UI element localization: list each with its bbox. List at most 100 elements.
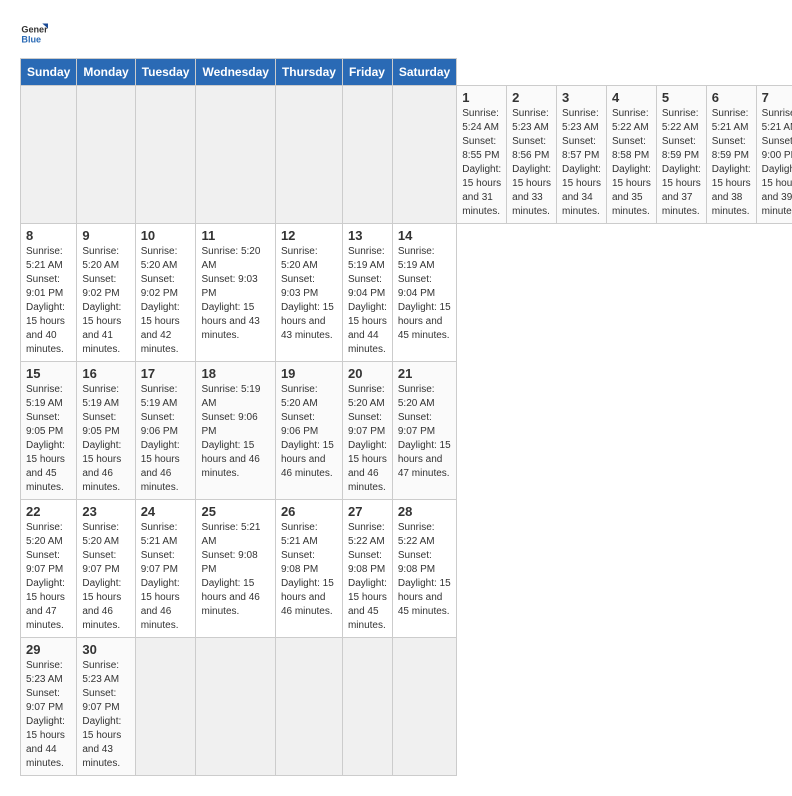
day-cell [196,86,275,224]
col-header-saturday: Saturday [392,59,456,86]
day-cell [275,86,342,224]
day-info: Sunrise: 5:19 AMSunset: 9:04 PMDaylight:… [398,245,451,343]
day-number: 8 [26,228,71,243]
day-number: 7 [762,90,792,105]
day-number: 3 [562,90,601,105]
day-number: 25 [201,504,269,519]
calendar-header: SundayMondayTuesdayWednesdayThursdayFrid… [21,59,792,86]
day-cell [342,638,392,776]
svg-text:General: General [21,25,48,35]
col-header-thursday: Thursday [275,59,342,86]
day-info: Sunrise: 5:20 AMSunset: 9:02 PMDaylight:… [141,245,191,357]
day-info: Sunrise: 5:19 AMSunset: 9:06 PMDaylight:… [201,383,269,481]
day-cell: 14 Sunrise: 5:19 AMSunset: 9:04 PMDayligh… [392,224,456,362]
day-number: 27 [348,504,387,519]
day-info: Sunrise: 5:19 AMSunset: 9:05 PMDaylight:… [26,383,71,495]
day-number: 16 [82,366,129,381]
day-info: Sunrise: 5:20 AMSunset: 9:03 PMDaylight:… [201,245,269,343]
day-cell: 1 Sunrise: 5:24 AMSunset: 8:55 PMDaylight… [457,86,507,224]
day-cell [392,638,456,776]
day-cell: 27 Sunrise: 5:22 AMSunset: 9:08 PMDayligh… [342,500,392,638]
day-info: Sunrise: 5:19 AMSunset: 9:06 PMDaylight:… [141,383,191,495]
day-cell: 10 Sunrise: 5:20 AMSunset: 9:02 PMDayligh… [135,224,196,362]
day-cell [196,638,275,776]
day-info: Sunrise: 5:21 AMSunset: 8:59 PMDaylight:… [712,107,751,219]
col-header-monday: Monday [77,59,135,86]
day-number: 29 [26,642,71,657]
day-number: 10 [141,228,191,243]
day-number: 1 [462,90,501,105]
col-header-friday: Friday [342,59,392,86]
week-row-5: 29 Sunrise: 5:23 AMSunset: 9:07 PMDayligh… [21,638,792,776]
day-cell: 12Sunrise: 5:20 AMSunset: 9:03 PMDayligh… [275,224,342,362]
day-info: Sunrise: 5:23 AMSunset: 8:57 PMDaylight:… [562,107,601,219]
day-cell [342,86,392,224]
day-number: 14 [398,228,451,243]
day-info: Sunrise: 5:20 AMSunset: 9:07 PMDaylight:… [82,521,129,633]
day-info: Sunrise: 5:22 AMSunset: 9:08 PMDaylight:… [348,521,387,633]
day-number: 11 [201,228,269,243]
day-cell: 28Sunrise: 5:22 AMSunset: 9:08 PMDayligh… [392,500,456,638]
day-number: 26 [281,504,337,519]
day-cell: 11 Sunrise: 5:20 AMSunset: 9:03 PMDayligh… [196,224,275,362]
day-info: Sunrise: 5:21 AMSunset: 9:08 PMDaylight:… [281,521,337,619]
day-number: 2 [512,90,551,105]
day-number: 28 [398,504,451,519]
day-cell: 15Sunrise: 5:19 AMSunset: 9:05 PMDayligh… [21,362,77,500]
day-info: Sunrise: 5:24 AMSunset: 8:55 PMDaylight:… [462,107,501,219]
svg-text:Blue: Blue [21,34,41,44]
week-row-3: 15Sunrise: 5:19 AMSunset: 9:05 PMDayligh… [21,362,792,500]
col-header-wednesday: Wednesday [196,59,275,86]
day-number: 30 [82,642,129,657]
day-cell: 20 Sunrise: 5:20 AMSunset: 9:07 PMDayligh… [342,362,392,500]
day-number: 22 [26,504,71,519]
day-info: Sunrise: 5:20 AMSunset: 9:02 PMDaylight:… [82,245,129,357]
day-number: 20 [348,366,387,381]
day-number: 9 [82,228,129,243]
col-header-tuesday: Tuesday [135,59,196,86]
day-cell: 4 Sunrise: 5:22 AMSunset: 8:58 PMDaylight… [606,86,656,224]
day-info: Sunrise: 5:20 AMSunset: 9:06 PMDaylight:… [281,383,337,481]
day-cell [392,86,456,224]
day-cell: 16 Sunrise: 5:19 AMSunset: 9:05 PMDayligh… [77,362,135,500]
day-number: 13 [348,228,387,243]
day-number: 6 [712,90,751,105]
day-cell: 23 Sunrise: 5:20 AMSunset: 9:07 PMDayligh… [77,500,135,638]
day-cell: 25Sunrise: 5:21 AMSunset: 9:08 PMDayligh… [196,500,275,638]
day-info: Sunrise: 5:19 AMSunset: 9:04 PMDaylight:… [348,245,387,357]
day-cell: 8 Sunrise: 5:21 AMSunset: 9:01 PMDaylight… [21,224,77,362]
day-cell: 29 Sunrise: 5:23 AMSunset: 9:07 PMDayligh… [21,638,77,776]
day-cell: 2Sunrise: 5:23 AMSunset: 8:56 PMDaylight… [507,86,557,224]
day-cell: 6 Sunrise: 5:21 AMSunset: 8:59 PMDaylight… [706,86,756,224]
week-row-1: 1 Sunrise: 5:24 AMSunset: 8:55 PMDaylight… [21,86,792,224]
day-cell: 7 Sunrise: 5:21 AMSunset: 9:00 PMDaylight… [756,86,792,224]
logo-icon: General Blue [20,20,48,48]
day-info: Sunrise: 5:23 AMSunset: 9:07 PMDaylight:… [26,659,71,771]
day-info: Sunrise: 5:21 AMSunset: 9:00 PMDaylight:… [762,107,792,219]
day-info: Sunrise: 5:20 AMSunset: 9:07 PMDaylight:… [398,383,451,481]
day-number: 19 [281,366,337,381]
day-number: 18 [201,366,269,381]
day-number: 5 [662,90,701,105]
day-number: 23 [82,504,129,519]
day-cell: 30Sunrise: 5:23 AMSunset: 9:07 PMDayligh… [77,638,135,776]
day-info: Sunrise: 5:21 AMSunset: 9:01 PMDaylight:… [26,245,71,357]
day-cell: 5 Sunrise: 5:22 AMSunset: 8:59 PMDaylight… [656,86,706,224]
calendar-body: 1 Sunrise: 5:24 AMSunset: 8:55 PMDaylight… [21,86,792,776]
day-number: 24 [141,504,191,519]
day-info: Sunrise: 5:20 AMSunset: 9:07 PMDaylight:… [348,383,387,495]
day-info: Sunrise: 5:22 AMSunset: 8:58 PMDaylight:… [612,107,651,219]
day-info: Sunrise: 5:20 AMSunset: 9:07 PMDaylight:… [26,521,71,633]
day-cell: 13 Sunrise: 5:19 AMSunset: 9:04 PMDayligh… [342,224,392,362]
week-row-4: 22 Sunrise: 5:20 AMSunset: 9:07 PMDayligh… [21,500,792,638]
col-header-sunday: Sunday [21,59,77,86]
day-info: Sunrise: 5:20 AMSunset: 9:03 PMDaylight:… [281,245,337,343]
day-cell [77,86,135,224]
day-number: 4 [612,90,651,105]
day-info: Sunrise: 5:22 AMSunset: 8:59 PMDaylight:… [662,107,701,219]
day-info: Sunrise: 5:19 AMSunset: 9:05 PMDaylight:… [82,383,129,495]
calendar-table: SundayMondayTuesdayWednesdayThursdayFrid… [20,58,792,776]
day-cell: 19 Sunrise: 5:20 AMSunset: 9:06 PMDayligh… [275,362,342,500]
day-cell [275,638,342,776]
day-cell: 3 Sunrise: 5:23 AMSunset: 8:57 PMDaylight… [557,86,607,224]
